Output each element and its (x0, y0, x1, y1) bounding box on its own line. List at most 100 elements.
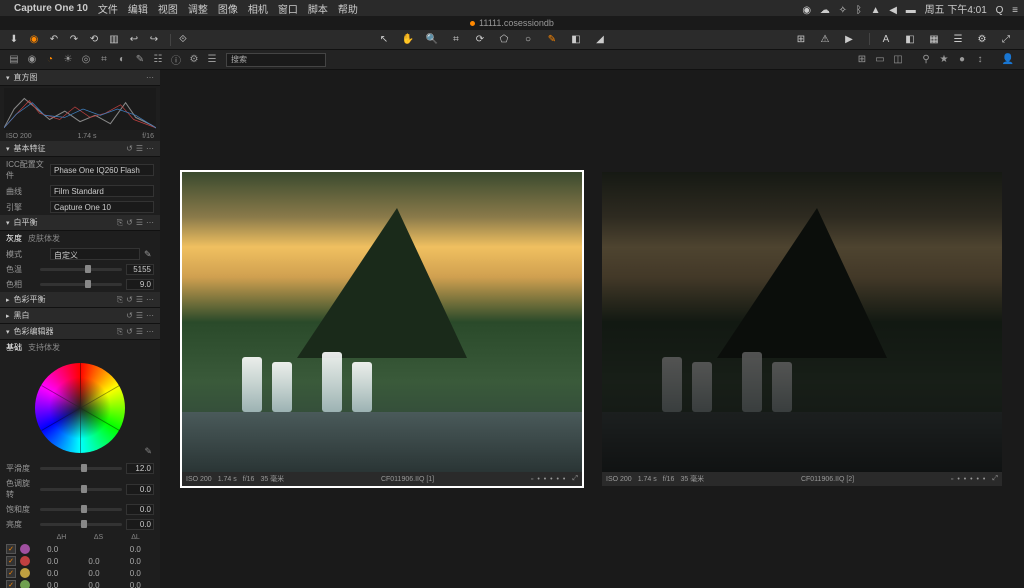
volume-icon[interactable]: ◀ (889, 5, 897, 16)
rating-dots[interactable]: ▫ • • • • • (531, 476, 566, 483)
menu-adjust[interactable]: 调整 (188, 1, 208, 16)
view-mode-split[interactable]: ◫ (890, 52, 906, 68)
rotate-left-button[interactable]: ↶ (46, 33, 62, 47)
cursor-tool[interactable]: ↖ (376, 33, 392, 47)
image-preview[interactable] (182, 172, 582, 472)
preset-icon[interactable]: ☰ (136, 218, 143, 227)
row-checkbox[interactable]: ✓ (6, 556, 16, 566)
eraser-tool[interactable]: ◧ (568, 33, 584, 47)
brush-tool[interactable]: ✎ (544, 33, 560, 47)
metadata-tab[interactable]: ⓘ (168, 52, 184, 68)
menu-icon[interactable]: ⋯ (146, 311, 154, 320)
preset-icon[interactable]: ☰ (136, 295, 143, 304)
delta-row[interactable]: ✓ 0.0 0.0 0.0 (0, 579, 160, 588)
app-name[interactable]: Capture One 10 (14, 3, 88, 14)
image-preview[interactable] (602, 172, 1002, 472)
hue-value[interactable]: 0.0 (126, 484, 154, 495)
reset-button[interactable]: ⟲ (86, 33, 102, 47)
ce-tab-basic[interactable]: 基础 (6, 342, 22, 353)
process-button[interactable]: ▶ (841, 33, 857, 47)
menu-camera[interactable]: 相机 (248, 1, 268, 16)
spot-tool[interactable]: ○ (520, 33, 536, 47)
expand-icon[interactable]: ⤢ (572, 475, 578, 483)
batch-tab[interactable]: ☰ (204, 52, 220, 68)
rating-dots[interactable]: ▫ • • • • • (951, 476, 986, 483)
copy-icon[interactable]: ⎘ (117, 295, 123, 304)
tint-value[interactable]: 9.0 (126, 279, 154, 290)
menu-icon[interactable]: ⋯ (146, 218, 154, 227)
menu-icon[interactable]: ⋯ (146, 327, 154, 336)
reset-icon[interactable]: ↺ (126, 327, 133, 336)
menu-image[interactable]: 图像 (218, 1, 238, 16)
exposure-tab[interactable]: ☀ (60, 52, 76, 68)
preset-dropdown[interactable]: 搜索 (226, 53, 326, 67)
expand-icon[interactable]: ⤢ (992, 475, 998, 483)
curve-select[interactable]: Film Standard (50, 185, 154, 197)
menu-view[interactable]: 视图 (158, 1, 178, 16)
eyedropper-icon[interactable]: ✎ (144, 446, 152, 457)
reset-icon[interactable]: ↺ (126, 295, 133, 304)
wb-header[interactable]: ▾ 白平衡 ⎘↺☰⋯ (0, 215, 160, 231)
sat-value[interactable]: 0.0 (126, 504, 154, 515)
reset-icon[interactable]: ↺ (126, 218, 133, 227)
adjust-tab[interactable]: ☷ (150, 52, 166, 68)
wifi-icon[interactable]: ▲ (871, 5, 881, 16)
menu-icon[interactable]: ⋯ (146, 144, 154, 153)
delta-row[interactable]: ✓ 0.0 0.0 0.0 (0, 567, 160, 579)
color-wheel[interactable]: ✎ (0, 355, 160, 461)
reset-icon[interactable]: ↺ (126, 144, 133, 153)
kelvin-value[interactable]: 5155 (126, 264, 154, 275)
basic-header[interactable]: ▾ 基本特征 ↺☰⋯ (0, 141, 160, 157)
library-tab[interactable]: ▤ (6, 52, 22, 68)
mask-button[interactable]: ◧ (902, 33, 918, 47)
lum-track[interactable] (40, 523, 122, 526)
sat-track[interactable] (40, 508, 122, 511)
color-tab[interactable]: ◔ (42, 52, 58, 68)
menu-script[interactable]: 脚本 (308, 1, 328, 16)
rating-icon[interactable]: ★ (936, 52, 952, 68)
image-frame[interactable]: ISO 200 1.74 s f/16 35 毫米 CF011906.IIQ [… (182, 172, 582, 486)
gradient-tool[interactable]: ◢ (592, 33, 608, 47)
grid-view-button[interactable]: ⊞ (793, 33, 809, 47)
warning-button[interactable]: ⚠ (817, 33, 833, 47)
eyedropper-icon[interactable]: ✎ (144, 249, 154, 260)
clock[interactable]: 周五 下午4:01 (925, 5, 987, 16)
bw-header[interactable]: ▸ 黑白 ↺☰⋯ (0, 308, 160, 324)
menu-icon[interactable]: ⋯ (146, 73, 154, 82)
tint-track[interactable] (40, 283, 122, 286)
details-tab[interactable]: ◐ (114, 52, 130, 68)
engine-select[interactable]: Capture One 10 (50, 201, 154, 213)
battery-icon[interactable]: ▬ (906, 5, 916, 16)
menu-window[interactable]: 窗口 (278, 1, 298, 16)
lens-tab[interactable]: ◎ (78, 52, 94, 68)
annotate-button[interactable]: A (878, 33, 894, 47)
bluetooth-icon[interactable]: ᛒ (856, 5, 862, 16)
row-checkbox[interactable]: ✓ (6, 580, 16, 588)
undo-button[interactable]: ↩ (126, 33, 142, 47)
settings-button[interactable]: ⚙ (974, 33, 990, 47)
colorbalance-header[interactable]: ▸ 色彩平衡 ⎘↺☰⋯ (0, 292, 160, 308)
hand-tool[interactable]: ✋ (400, 33, 416, 47)
menu-help[interactable]: 帮助 (338, 1, 358, 16)
wb-mode-select[interactable]: 自定义 (50, 248, 140, 260)
view-mode-grid[interactable]: ⊞ (854, 52, 870, 68)
preset-icon[interactable]: ☰ (136, 311, 143, 320)
tag-icon[interactable]: ● (954, 52, 970, 68)
view-mode-single[interactable]: ▭ (872, 52, 888, 68)
wb-tab-skin[interactable]: 皮肤体发 (28, 233, 60, 244)
preset-icon[interactable]: ☰ (136, 144, 143, 153)
crop-tab[interactable]: ⌗ (96, 52, 112, 68)
rotate-right-button[interactable]: ↷ (66, 33, 82, 47)
redo-button[interactable]: ↪ (146, 33, 162, 47)
filter-icon[interactable]: ⚲ (918, 52, 934, 68)
sort-icon[interactable]: ↕ (972, 52, 988, 68)
crop-tool[interactable]: ⌗ (448, 33, 464, 47)
wb-tab-gray[interactable]: 灰度 (6, 233, 22, 244)
list-button[interactable]: ☰ (950, 33, 966, 47)
icc-profile-select[interactable]: Phase One IQ260 Flash (50, 164, 154, 176)
delta-row[interactable]: ✓ 0.0 0.0 (0, 543, 160, 555)
output-tab[interactable]: ⚙ (186, 52, 202, 68)
zoom-tool[interactable]: 🔍 (424, 33, 440, 47)
menu-icon[interactable]: ⋯ (146, 295, 154, 304)
menu-icon[interactable]: ≡ (1012, 5, 1018, 16)
